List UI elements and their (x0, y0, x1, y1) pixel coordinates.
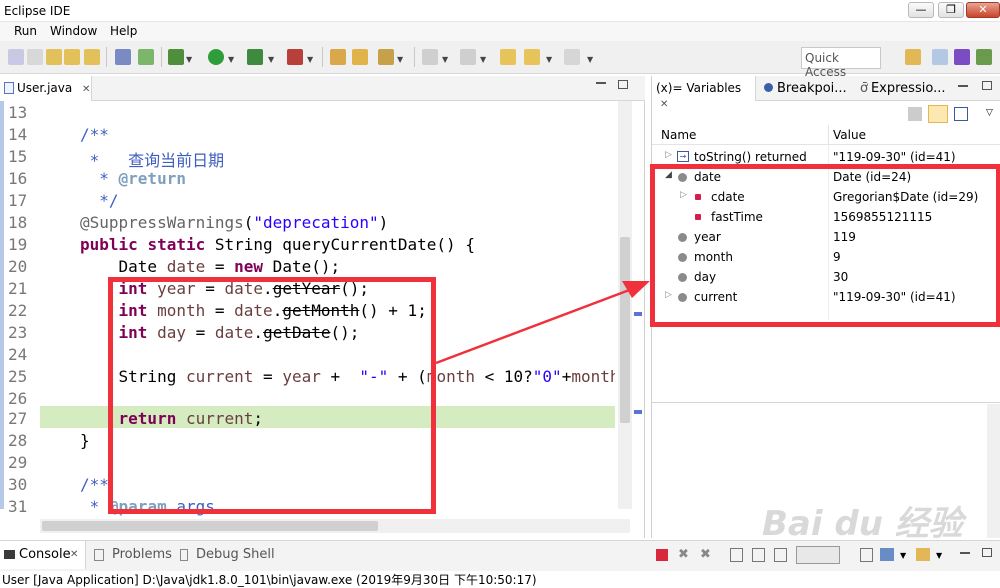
console-icon (4, 550, 15, 559)
tab-console[interactable]: Console ✕ (0, 541, 86, 569)
tab-problems[interactable]: Problems (90, 541, 172, 569)
terminate-icon[interactable] (656, 549, 668, 561)
tab-debug-shell[interactable]: Debug Shell (176, 541, 276, 569)
open-console-icon[interactable] (916, 548, 930, 561)
maximize-view-icon[interactable] (982, 548, 992, 557)
annotation-arrow (435, 281, 650, 365)
tab-label: Console (19, 547, 71, 562)
word-wrap-icon[interactable] (774, 548, 787, 562)
remove-launch-icon[interactable]: ✖ (678, 547, 689, 562)
console-panel: Console ✕ Problems Debug Shell ✖ ✖ ▼ ▼ U… (0, 540, 1000, 588)
tab-label: Debug Shell (196, 547, 275, 562)
clear-console-icon[interactable] (730, 548, 743, 562)
problems-icon (94, 549, 104, 561)
debug-shell-icon (180, 549, 188, 561)
display-console-icon[interactable] (880, 548, 894, 561)
console-process-label: User [Java Application] D:\Java\jdk1.8.0… (0, 571, 1000, 588)
minimize-view-icon[interactable] (960, 552, 970, 554)
tab-label: Problems (112, 547, 172, 562)
show-console-icon[interactable] (796, 546, 840, 564)
chevron-down-icon[interactable]: ▼ (900, 551, 906, 560)
chevron-down-icon[interactable]: ▼ (936, 551, 942, 560)
scroll-lock-icon[interactable] (752, 548, 765, 562)
remove-all-icon[interactable]: ✖ (700, 547, 711, 562)
pin-console-icon[interactable] (860, 548, 873, 562)
close-tab-icon[interactable]: ✕ (70, 549, 78, 560)
